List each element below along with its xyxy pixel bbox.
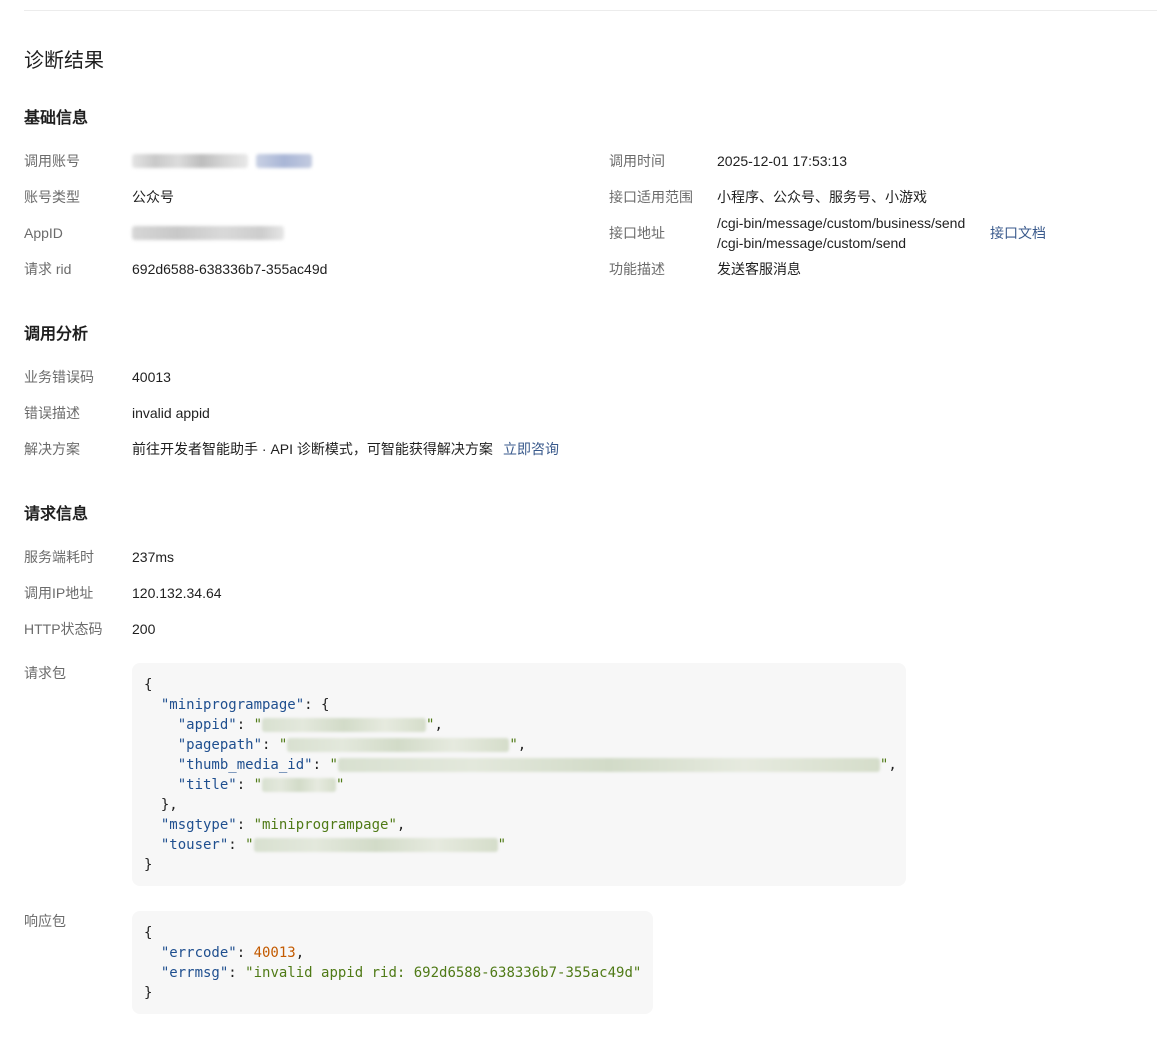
account-type-label: 账号类型: [24, 189, 80, 205]
page-title: 诊断结果: [24, 50, 104, 72]
error-desc-value: invalid appid: [132, 405, 210, 421]
response-package-code: { "errcode": 40013, "errmsg": "invalid a…: [132, 911, 653, 1014]
redacted-thumb-media-id: [337, 758, 880, 772]
json-key-title: "title": [177, 777, 237, 793]
solution-label: 解决方案: [24, 441, 80, 457]
server-time-value: 237ms: [132, 549, 175, 565]
solution-value: 前往开发者智能助手 · API 诊断模式，可智能获得解决方案: [132, 441, 493, 457]
error-code-value: 40013: [132, 369, 171, 385]
api-address-line-1: /cgi-bin/message/custom/business/send: [717, 215, 966, 231]
redacted-pagepath: [287, 738, 510, 752]
http-status-label: HTTP状态码: [24, 621, 103, 637]
json-key-errcode: "errcode": [160, 945, 237, 961]
section-title-call-analysis: 调用分析: [24, 326, 89, 343]
json-value-msgtype: "miniprogrampage": [253, 817, 397, 833]
json-key-appid: "appid": [177, 717, 237, 733]
json-key-thumb-media-id: "thumb_media_id": [177, 757, 313, 773]
request-package-code: { "miniprogrampage": { "appid": " ", "pag…: [132, 663, 906, 886]
response-json: { "errcode": 40013, "errmsg": "invalid a…: [144, 925, 642, 1001]
account-type-value: 公众号: [132, 189, 174, 205]
redacted-touser: [253, 838, 498, 852]
api-address-line-2: /cgi-bin/message/custom/send: [717, 235, 907, 251]
request-json: { "miniprogrampage": { "appid": " ", "pag…: [144, 677, 897, 873]
section-title-request-info: 请求信息: [24, 506, 89, 523]
request-package-label: 请求包: [24, 665, 66, 681]
call-ip-value: 120.132.34.64: [132, 585, 222, 601]
redacted-title: [262, 778, 337, 792]
consult-now-link[interactable]: 立即咨询: [503, 439, 559, 459]
response-package-label: 响应包: [24, 913, 66, 929]
function-desc-label: 功能描述: [609, 261, 665, 277]
http-status-value: 200: [132, 621, 156, 637]
error-code-label: 业务错误码: [24, 369, 94, 385]
json-key-errmsg: "errmsg": [160, 965, 229, 981]
appid-label: AppID: [24, 225, 63, 241]
json-key-miniprogrampage: "miniprogrampage": [160, 697, 305, 713]
function-desc-value: 发送客服消息: [717, 261, 801, 277]
server-time-label: 服务端耗时: [24, 549, 94, 565]
request-rid-value: 692d6588-638336b7-355ac49d: [132, 261, 328, 277]
json-key-pagepath: "pagepath": [177, 737, 263, 753]
request-rid-label: 请求 rid: [24, 261, 72, 277]
diagnosis-page: 诊断结果 基础信息 调用账号 账号类型 公众号 AppID 请求 rid 692…: [0, 0, 1157, 1037]
top-divider: [24, 10, 1157, 11]
json-value-errmsg: "invalid appid rid: 692d6588-638336b7-35…: [245, 965, 642, 981]
json-key-msgtype: "msgtype": [160, 817, 237, 833]
error-desc-label: 错误描述: [24, 405, 80, 421]
call-time-label: 调用时间: [609, 153, 665, 169]
api-scope-label: 接口适用范围: [609, 189, 693, 205]
json-value-errcode: 40013: [253, 945, 296, 961]
section-title-basic-info: 基础信息: [24, 110, 89, 127]
call-account-label: 调用账号: [24, 153, 80, 169]
json-key-touser: "touser": [160, 837, 229, 853]
appid-value-masked: [132, 226, 284, 240]
redacted-appid: [262, 718, 427, 732]
call-ip-label: 调用IP地址: [24, 585, 94, 601]
api-scope-value: 小程序、公众号、服务号、小游戏: [717, 189, 927, 205]
call-time-value: 2025-12-01 17:53:13: [717, 153, 847, 169]
api-address-label: 接口地址: [609, 225, 665, 241]
api-doc-link[interactable]: 接口文档: [990, 223, 1046, 243]
